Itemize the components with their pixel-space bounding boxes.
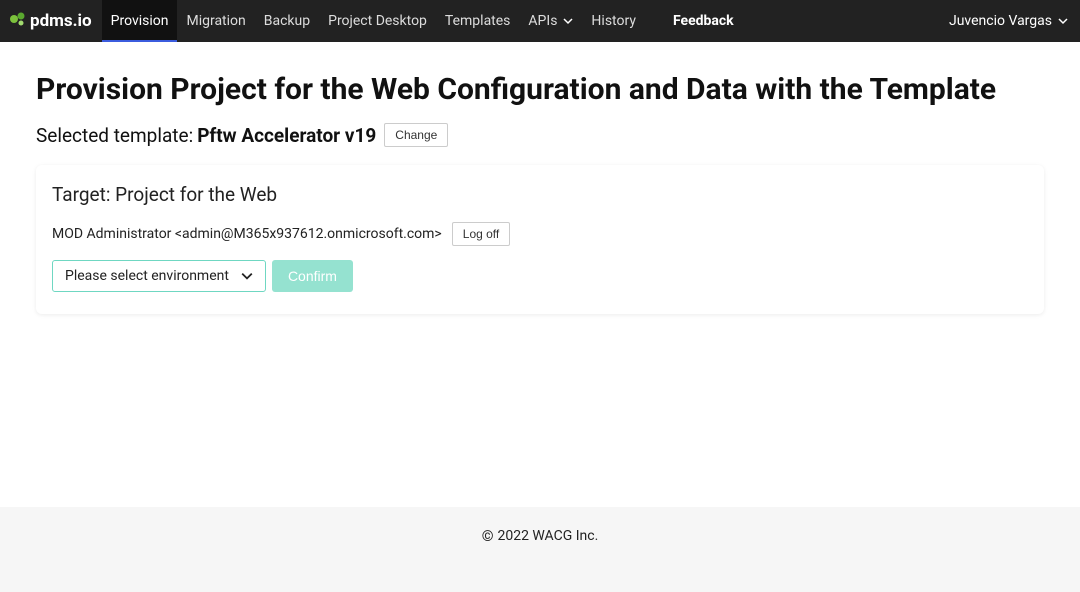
nav-item-provision[interactable]: Provision (102, 0, 178, 42)
nav-item-backup[interactable]: Backup (255, 0, 319, 42)
nav-item-migration[interactable]: Migration (177, 0, 254, 42)
selected-template-label: Selected template: (36, 124, 193, 147)
change-template-button[interactable]: Change (384, 123, 448, 147)
chevron-down-icon (1058, 16, 1068, 26)
page-title: Provision Project for the Web Configurat… (36, 72, 1044, 107)
nav-label: Project Desktop (328, 13, 427, 29)
logo-icon (8, 9, 28, 33)
nav-item-apis[interactable]: APIs (519, 0, 582, 42)
nav-item-history[interactable]: History (582, 0, 645, 42)
environment-select-label: Please select environment (65, 268, 229, 284)
top-navbar: pdms.io Provision Migration Backup Proje… (0, 0, 1080, 42)
footer-content: © 2022 WACG Inc. (482, 527, 599, 545)
footer-text: 2022 WACG Inc. (497, 528, 598, 544)
logged-in-user: MOD Administrator <admin@M365x937612.onm… (52, 226, 442, 242)
footer: © 2022 WACG Inc. (0, 507, 1080, 592)
nav-item-templates[interactable]: Templates (436, 0, 520, 42)
copyright-icon: © (482, 527, 494, 545)
chevron-down-icon (563, 16, 573, 26)
main-content: Provision Project for the Web Configurat… (0, 42, 1080, 314)
target-card: Target: Project for the Web MOD Administ… (36, 165, 1044, 314)
nav-user-name: Juvencio Vargas (949, 13, 1052, 29)
nav-label: Templates (445, 13, 511, 29)
environment-select[interactable]: Please select environment (52, 260, 266, 292)
user-row: MOD Administrator <admin@M365x937612.onm… (52, 222, 1028, 246)
selected-template-row: Selected template: Pftw Accelerator v19 … (36, 123, 1044, 147)
nav-label: APIs (528, 13, 557, 29)
nav-label: History (591, 13, 636, 29)
action-row: Please select environment Confirm (52, 260, 1028, 292)
brand-name: pdms.io (30, 11, 92, 31)
logoff-button[interactable]: Log off (452, 222, 510, 246)
nav-user-menu[interactable]: Juvencio Vargas (949, 13, 1068, 29)
nav-label: Provision (111, 13, 169, 29)
brand-logo[interactable]: pdms.io (8, 9, 92, 33)
nav-item-project-desktop[interactable]: Project Desktop (319, 0, 436, 42)
chevron-down-icon (241, 270, 253, 282)
nav-items: Provision Migration Backup Project Deskt… (102, 0, 645, 42)
nav-label: Backup (264, 13, 310, 29)
selected-template-name: Pftw Accelerator v19 (197, 124, 376, 147)
card-title: Target: Project for the Web (52, 183, 1028, 206)
confirm-button[interactable]: Confirm (272, 260, 353, 292)
nav-label: Migration (186, 13, 245, 29)
nav-feedback-link[interactable]: Feedback (673, 13, 734, 29)
